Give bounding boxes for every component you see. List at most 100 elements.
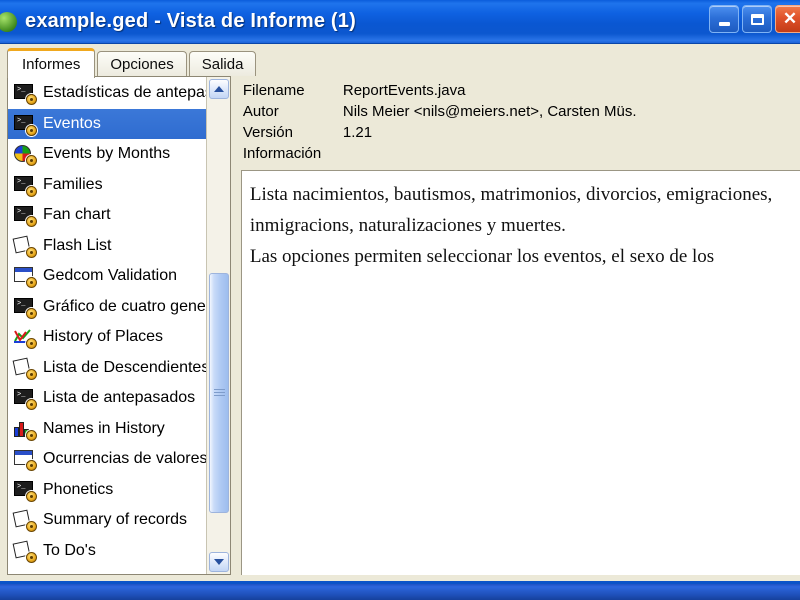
scroll-up-icon (213, 86, 224, 92)
report-list-item-label: Lista de antepasados (43, 389, 196, 407)
report-list-item[interactable]: Ocurrencias de valores (8, 444, 206, 475)
console-report-icon (14, 114, 37, 136)
console-report-icon (14, 297, 37, 319)
report-list-item-label: History of Places (43, 328, 164, 346)
metadata-key: Información (242, 145, 322, 162)
metadata-value: Nils Meier <nils@meiers.net>, Carsten Mü… (342, 103, 637, 120)
tab-salida[interactable]: Salida (188, 51, 257, 77)
window-titlebar[interactable]: example.ged - Vista de Informe (1) ✕ (0, 0, 800, 44)
taskbar[interactable] (0, 583, 800, 600)
gear-overlay-icon (26, 216, 37, 228)
page-report-icon (12, 357, 37, 380)
report-list-item[interactable]: To Do's (8, 536, 206, 567)
gear-overlay-icon (26, 368, 37, 380)
page-report-icon (12, 509, 37, 533)
bar-chart-report-icon (14, 419, 37, 441)
report-list-item-label: Ocurrencias de valores (43, 450, 206, 468)
genj-globe-icon (0, 11, 17, 32)
gear-overlay-icon (26, 246, 37, 258)
minimize-icon (718, 21, 730, 26)
metadata-key: Filename (242, 82, 305, 99)
report-list-item-label: Phonetics (43, 480, 114, 498)
report-list-item[interactable]: Fan chart (8, 200, 206, 231)
metadata-row: Información (243, 143, 800, 164)
window-report-icon (14, 266, 37, 289)
report-list-item-label: Fan chart (43, 206, 111, 224)
window-title: example.ged - Vista de Informe (1) (25, 10, 356, 32)
console-report-icon (14, 205, 37, 228)
report-list-item[interactable]: Families (8, 170, 206, 201)
metadata-key: Versión (242, 124, 293, 141)
metadata-row: Versión 1.21 (243, 122, 800, 143)
report-list-item[interactable]: Eventos (8, 108, 206, 139)
tab-strip: Informes Opciones Salida (0, 44, 800, 78)
metadata-value: ReportEvents.java (342, 82, 466, 99)
report-list-item-label: Names in History (43, 419, 165, 437)
report-list-item[interactable]: Estadísticas de antepasados (8, 78, 206, 109)
graph-report-icon (14, 327, 37, 350)
gear-overlay-icon (26, 399, 37, 411)
gear-overlay-icon (26, 460, 37, 472)
console-report-icon (14, 480, 37, 502)
report-list-item[interactable]: Lista de antepasados (8, 383, 206, 414)
report-description: Lista nacimientos, bautismos, matrimonio… (240, 170, 800, 575)
metadata-value: 1.21 (342, 124, 373, 141)
report-list-item-label: Eventos (43, 114, 101, 132)
report-list-item-label: Gedcom Validation (43, 267, 177, 285)
console-report-icon (14, 388, 37, 411)
tab-opciones[interactable]: Opciones (97, 51, 187, 77)
close-icon: ✕ (782, 8, 798, 28)
report-metadata: Filename ReportEvents.java Autor Nils Meier… (241, 76, 800, 170)
report-list-scrollbar[interactable] (205, 77, 230, 574)
report-list-item[interactable]: Phonetics (8, 475, 206, 506)
metadata-row: Autor Nils Meier <nils@meiers.net>, Carst… (243, 101, 800, 122)
report-list-item[interactable]: Names in History (8, 414, 206, 445)
report-list-panel: Estadísticas de antepasados Eventos Events… (7, 76, 231, 575)
report-list-item-label: Lista de Descendientes (43, 358, 206, 376)
gear-overlay-icon (26, 307, 37, 319)
gear-overlay-icon (26, 155, 37, 167)
tab-informes[interactable]: Informes (7, 48, 96, 78)
report-list-item-label: Estadísticas de antepasados (43, 84, 206, 102)
metadata-row: Filename ReportEvents.java (243, 80, 800, 101)
minimize-button[interactable] (709, 5, 739, 33)
window-report-icon (14, 449, 37, 472)
report-list-item-label: Gráfico de cuatro generaciones (43, 297, 206, 315)
report-list-item[interactable]: Events by Months (8, 139, 206, 170)
scroll-thumb-grip-icon (213, 389, 225, 398)
report-list-item-label: To Do's (43, 541, 96, 559)
gear-overlay-icon (26, 429, 37, 441)
tab-content-informes: Estadísticas de antepasados Eventos Events… (0, 76, 800, 581)
maximize-button[interactable] (742, 5, 772, 33)
metadata-value (343, 143, 800, 164)
report-list-item[interactable]: Flash List (8, 231, 206, 262)
report-list-item[interactable]: Gedcom Validation (8, 261, 206, 292)
report-list[interactable]: Estadísticas de antepasados Eventos Events… (8, 77, 206, 574)
report-list-item-label: Flash List (43, 236, 112, 254)
scroll-up-button[interactable] (208, 79, 229, 99)
scroll-down-icon (213, 559, 224, 565)
gear-overlay-icon (26, 124, 37, 136)
report-list-item[interactable]: Lista de Descendientes (8, 353, 206, 384)
report-details-panel: Filename ReportEvents.java Autor Nils Meier… (240, 76, 800, 575)
tab-label: Opciones (110, 56, 174, 73)
report-list-item[interactable]: Summary of records (8, 505, 206, 536)
report-list-item[interactable]: Gráfico de cuatro generaciones (8, 292, 206, 323)
report-list-item-label: Families (43, 175, 103, 193)
report-view-window: example.ged - Vista de Informe (1) ✕ Inf… (0, 0, 800, 584)
scroll-down-button[interactable] (208, 552, 229, 572)
gear-overlay-icon (26, 277, 37, 289)
report-list-item-label: Summary of records (43, 511, 188, 529)
report-list-item[interactable]: History of Places (8, 322, 206, 353)
gear-overlay-icon (26, 185, 37, 197)
gear-overlay-icon (26, 490, 37, 502)
gear-overlay-icon (26, 521, 37, 533)
tab-label: Salida (201, 56, 244, 73)
scroll-thumb[interactable] (208, 273, 229, 513)
page-report-icon (12, 540, 37, 563)
report-list-item-label: Events by Months (43, 145, 171, 163)
close-button[interactable]: ✕ (775, 5, 800, 33)
metadata-key: Autor (242, 103, 279, 120)
console-report-icon (14, 175, 37, 197)
pie-chart-report-icon (14, 144, 37, 167)
